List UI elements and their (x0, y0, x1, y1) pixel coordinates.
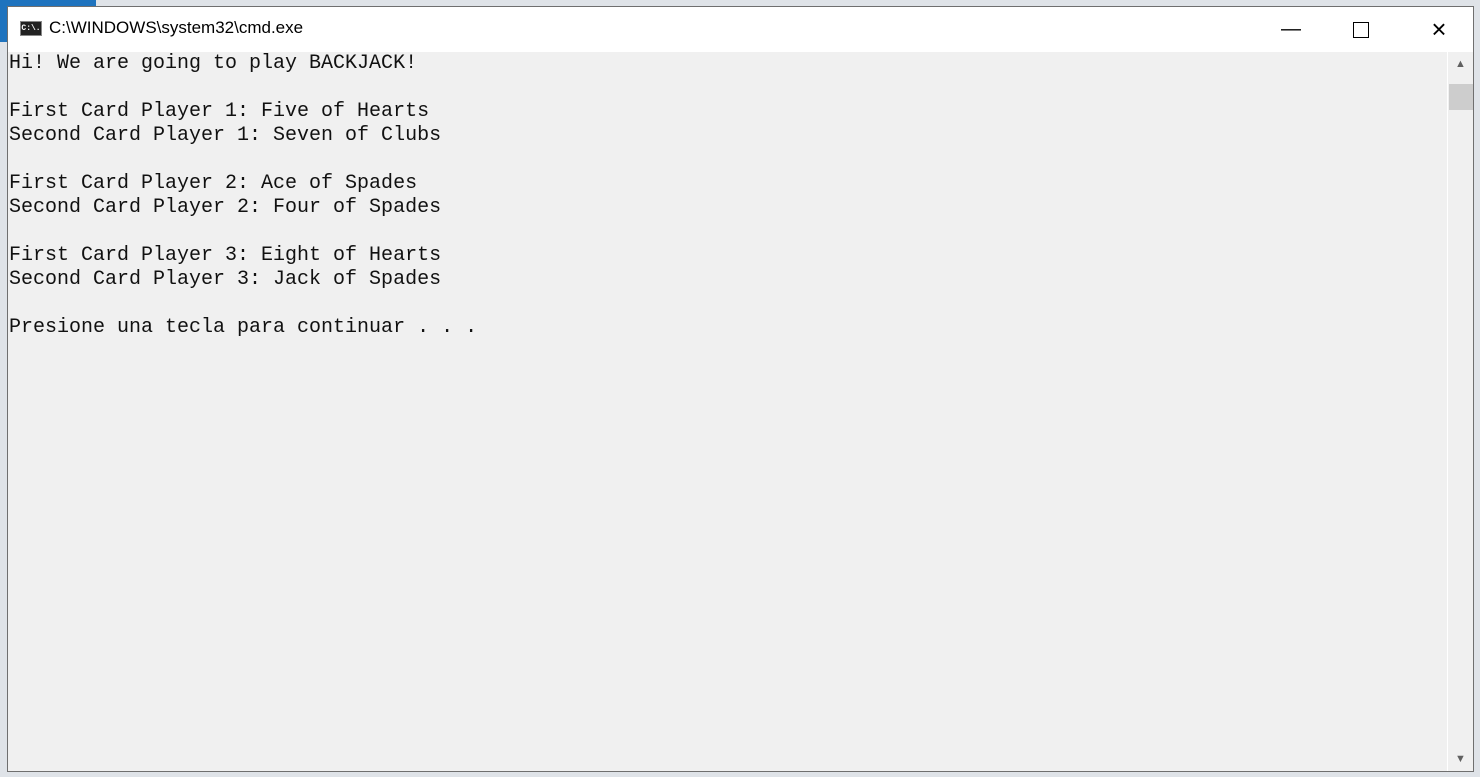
console-line: Presione una tecla para continuar . . . (9, 316, 478, 339)
console-line: Second Card Player 1: Seven of Clubs (9, 124, 442, 147)
close-icon: × (1431, 14, 1447, 44)
minimize-icon: — (1281, 18, 1301, 40)
scrollbar-thumb[interactable] (1449, 84, 1473, 110)
console-line: First Card Player 1: Five of Hearts (9, 100, 430, 123)
scroll-up-arrow-icon[interactable]: ▲ (1448, 52, 1473, 76)
console-line: Second Card Player 2: Four of Spades (9, 196, 442, 219)
window-title: C:\WINDOWS\system32\cmd.exe (49, 18, 304, 37)
console-line: Second Card Player 3: Jack of Spades (9, 268, 442, 291)
console-line: First Card Player 3: Eight of Hearts (9, 244, 442, 267)
title-bar[interactable]: C:\. C:\WINDOWS\system32\cmd.exe — × (8, 7, 1473, 52)
maximize-icon (1353, 21, 1369, 38)
vertical-scrollbar[interactable]: ▲ ▼ (1447, 52, 1473, 771)
cmd-app-icon[interactable]: C:\. (20, 21, 42, 36)
close-button[interactable]: × (1404, 7, 1474, 52)
minimize-button[interactable]: — (1256, 7, 1326, 52)
console-output[interactable]: Hi! We are going to play BACKJACK! First… (8, 52, 1448, 771)
maximize-button[interactable] (1326, 7, 1396, 52)
scroll-down-arrow-icon[interactable]: ▼ (1448, 747, 1473, 771)
console-line: First Card Player 2: Ace of Spades (9, 172, 418, 195)
console-line: Hi! We are going to play BACKJACK! (9, 52, 418, 75)
cmd-window: C:\. C:\WINDOWS\system32\cmd.exe — × Hi!… (7, 6, 1474, 772)
